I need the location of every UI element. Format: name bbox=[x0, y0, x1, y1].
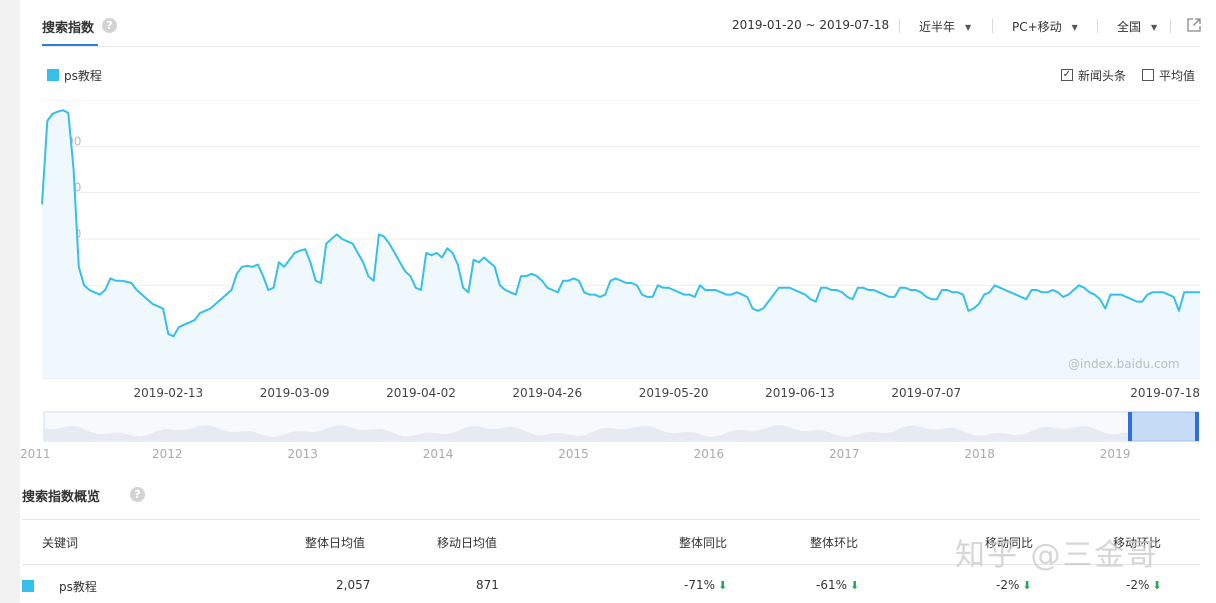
chart-watermark: @index.baidu.com bbox=[1068, 357, 1180, 371]
navigator-year-label: 2011 bbox=[20, 447, 51, 461]
caret-down-icon: ▼ bbox=[965, 23, 972, 32]
navigator-year-label: 2013 bbox=[287, 447, 318, 461]
caret-down-icon: ▼ bbox=[1071, 23, 1078, 32]
x-tick-label: 2019-05-20 bbox=[639, 386, 709, 400]
legend-label[interactable]: ps教程 bbox=[64, 67, 102, 84]
col-keyword: 关键词 bbox=[42, 536, 79, 550]
keyword-swatch bbox=[22, 580, 34, 592]
navigator-year-label: 2015 bbox=[558, 447, 589, 461]
navigator-year-label: 2019 bbox=[1100, 447, 1131, 461]
navigator-year-label: 2016 bbox=[694, 447, 725, 461]
header-separator bbox=[992, 19, 993, 33]
mobile-mom-cell: -2% ⬇ bbox=[1126, 578, 1162, 592]
arrow-down-icon: ⬇ bbox=[718, 579, 728, 592]
navigator-handle-right[interactable] bbox=[1195, 412, 1199, 441]
navigator-year-label: 2017 bbox=[829, 447, 860, 461]
keyword-cell[interactable]: ps教程 bbox=[59, 578, 97, 595]
arrow-down-icon: ⬇ bbox=[1152, 579, 1162, 592]
y-tick-label: 6,000 bbox=[47, 100, 81, 102]
caret-down-icon: ▼ bbox=[1151, 23, 1158, 32]
overall-mom-value: -61% bbox=[816, 578, 848, 592]
overall-yoy-value: -71% bbox=[684, 578, 716, 592]
x-tick-label: 2019-07-18 bbox=[1130, 386, 1200, 400]
header-separator bbox=[1097, 19, 1098, 33]
period-select-label: 近半年 bbox=[919, 20, 956, 34]
overall-mom-cell: -61% ⬇ bbox=[816, 578, 859, 592]
x-tick-label: 2019-02-13 bbox=[133, 386, 203, 400]
region-select-label: 全国 bbox=[1117, 20, 1142, 34]
col-overall-mom: 整体环比 bbox=[810, 536, 859, 550]
region-select[interactable]: 全国 ▼ bbox=[1117, 18, 1157, 35]
mobile-yoy-value: -2% bbox=[996, 578, 1020, 592]
navigator-year-label: 2014 bbox=[423, 447, 454, 461]
x-tick-label: 2019-07-07 bbox=[891, 386, 961, 400]
col-overall-yoy: 整体同比 bbox=[679, 536, 728, 550]
overview-title: 搜索指数概览 bbox=[22, 486, 100, 505]
navigator-year-label: 2018 bbox=[964, 447, 995, 461]
series-area bbox=[42, 110, 1200, 378]
search-index-chart[interactable]: 1,0002,0003,0004,0005,0006,0002019-02-13… bbox=[20, 100, 1202, 400]
overall-daily-cell: 2,057 bbox=[336, 578, 371, 592]
overall-yoy-cell: -71% ⬇ bbox=[684, 578, 727, 592]
navigator-handle-left[interactable] bbox=[1128, 412, 1132, 441]
x-tick-label: 2019-04-26 bbox=[512, 386, 582, 400]
page-title[interactable]: 搜索指数 bbox=[42, 17, 94, 36]
x-tick-label: 2019-06-13 bbox=[765, 386, 835, 400]
news-checkbox-label[interactable]: 新闻头条 bbox=[1078, 67, 1126, 84]
arrow-down-icon: ⬇ bbox=[850, 579, 860, 592]
date-range-picker[interactable]: 2019-01-20 ~ 2019-07-18 bbox=[732, 18, 889, 32]
header-separator bbox=[899, 19, 900, 33]
overview-title-text: 搜索指数概览 bbox=[22, 490, 101, 505]
col-mobile-daily: 移动日均值 bbox=[437, 536, 498, 550]
arrow-down-icon: ⬇ bbox=[1022, 579, 1032, 592]
x-tick-label: 2019-03-09 bbox=[260, 386, 330, 400]
period-select[interactable]: 近半年 ▼ bbox=[919, 18, 971, 35]
mobile-yoy-cell: -2% ⬇ bbox=[996, 578, 1032, 592]
news-checkbox[interactable]: ✓ bbox=[1061, 69, 1073, 81]
device-select[interactable]: PC+移动 ▼ bbox=[1012, 18, 1078, 35]
device-select-label: PC+移动 bbox=[1012, 20, 1062, 34]
zhihu-watermark: 知乎 @三金哥 bbox=[955, 538, 1159, 573]
navigator-selection[interactable] bbox=[1128, 411, 1199, 442]
header-separator bbox=[1170, 19, 1171, 33]
mobile-mom-value: -2% bbox=[1126, 578, 1150, 592]
help-icon[interactable]: ? bbox=[130, 487, 145, 502]
navigator-year-label: 2012 bbox=[152, 447, 183, 461]
export-icon[interactable] bbox=[1187, 18, 1201, 32]
average-checkbox-label[interactable]: 平均值 bbox=[1159, 67, 1195, 84]
mobile-daily-cell: 871 bbox=[476, 578, 499, 592]
help-icon[interactable]: ? bbox=[102, 18, 117, 33]
col-overall-daily: 整体日均值 bbox=[305, 536, 366, 550]
table-top-divider bbox=[22, 519, 1200, 520]
average-checkbox[interactable] bbox=[1142, 69, 1154, 81]
x-tick-label: 2019-04-02 bbox=[386, 386, 456, 400]
left-margin bbox=[0, 0, 20, 603]
time-navigator[interactable]: 2011 2012 2013 2014 2015 2016 2017 2018 2019 bbox=[20, 408, 1202, 468]
header-divider bbox=[42, 46, 1200, 47]
legend-swatch bbox=[47, 69, 59, 81]
